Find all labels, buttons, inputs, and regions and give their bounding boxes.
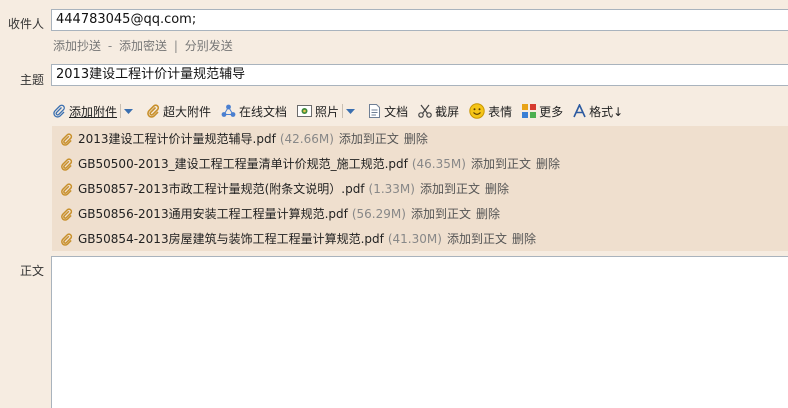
- emoji-label: 表情: [488, 104, 513, 119]
- attachment-size: (1.33M): [368, 182, 415, 196]
- photos-button[interactable]: 照片: [297, 103, 358, 120]
- attachment-size: (46.35M): [411, 157, 466, 171]
- large-attachment-icon: [147, 104, 160, 118]
- photos-dropdown[interactable]: [342, 104, 358, 118]
- add-attachment-button[interactable]: 添加附件: [52, 103, 136, 120]
- body-label: 正文: [19, 264, 44, 278]
- delete-attachment-link[interactable]: 删除: [485, 179, 509, 199]
- more-button[interactable]: 更多: [522, 103, 563, 120]
- add-cc-link[interactable]: 添加抄送: [53, 39, 101, 53]
- smiley-icon: [469, 103, 485, 119]
- attachment-size: (56.29M): [351, 207, 406, 221]
- attachment-size: (41.30M): [387, 232, 442, 246]
- delete-attachment-link[interactable]: 删除: [476, 204, 500, 224]
- paperclip-icon: [61, 207, 73, 221]
- delete-attachment-link[interactable]: 删除: [512, 229, 536, 249]
- online-docs-label: 在线文档: [239, 104, 288, 119]
- documents-label: 文档: [384, 104, 409, 119]
- add-attachment-label: 添加附件: [69, 104, 118, 119]
- paperclip-icon: [53, 104, 65, 118]
- format-button[interactable]: 格式↓: [573, 103, 623, 120]
- attachment-item: 2013建设工程计价计量规范辅导.pdf (42.66M) 添加到正文 删除: [60, 129, 428, 149]
- chevron-down-icon: [124, 109, 134, 114]
- attachment-filename: GB50856-2013通用安装工程工程量计算规范.pdf: [78, 207, 348, 221]
- documents-button[interactable]: 文档: [368, 103, 408, 120]
- attachment-dropdown[interactable]: [120, 104, 136, 118]
- body-editor[interactable]: [51, 256, 788, 408]
- photos-label: 照片: [315, 104, 340, 119]
- online-docs-button[interactable]: 在线文档: [221, 103, 287, 120]
- attachment-item: GB50857-2013市政工程计量规范(附条文说明）.pdf (1.33M) …: [60, 179, 509, 199]
- emoji-button[interactable]: 表情: [469, 103, 512, 120]
- paperclip-icon: [61, 182, 73, 196]
- attachment-item: GB50854-2013房屋建筑与装饰工程工程量计算规范.pdf (41.30M…: [60, 229, 536, 249]
- add-bcc-link[interactable]: 添加密送: [119, 39, 167, 53]
- add-to-body-link[interactable]: 添加到正文: [420, 179, 480, 199]
- subject-label: 主题: [19, 73, 44, 87]
- add-to-body-link[interactable]: 添加到正文: [339, 129, 399, 149]
- attachment-list: 2013建设工程计价计量规范辅导.pdf (42.66M) 添加到正文 删除 G…: [52, 126, 788, 251]
- delete-attachment-link[interactable]: 删除: [536, 154, 560, 174]
- separator: -: [107, 39, 113, 53]
- compose-toolbar: 添加附件 超大附件 在线文档 照片 文档 截屏 表情 更多 格式↓: [52, 101, 633, 121]
- paperclip-icon: [61, 232, 73, 246]
- attachment-item: GB50856-2013通用安装工程工程量计算规范.pdf (56.29M) 添…: [60, 204, 500, 224]
- recipient-options: 添加抄送 - 添加密送 | 分别发送: [53, 37, 233, 54]
- attachment-filename: GB50500-2013_建设工程工程量清单计价规范_施工规范.pdf: [78, 157, 408, 171]
- attachment-item: GB50500-2013_建设工程工程量清单计价规范_施工规范.pdf (46.…: [60, 154, 560, 174]
- to-label: 收件人: [7, 17, 44, 31]
- large-attachment-label: 超大附件: [163, 104, 212, 119]
- subject-field[interactable]: 2013建设工程计价计量规范辅导: [51, 64, 788, 86]
- screenshot-button[interactable]: 截屏: [418, 103, 459, 120]
- chevron-down-icon: [346, 109, 356, 114]
- to-field[interactable]: 444783045@qq.com;: [51, 9, 788, 31]
- online-docs-icon: [221, 104, 236, 117]
- more-apps-icon: [522, 104, 537, 118]
- document-icon: [369, 104, 381, 118]
- scissors-icon: [418, 104, 432, 118]
- paperclip-icon: [61, 132, 73, 146]
- format-icon: [573, 104, 586, 118]
- attachment-size: (42.66M): [279, 132, 334, 146]
- attachment-filename: GB50854-2013房屋建筑与装饰工程工程量计算规范.pdf: [78, 232, 384, 246]
- add-to-body-link[interactable]: 添加到正文: [447, 229, 507, 249]
- large-attachment-button[interactable]: 超大附件: [146, 103, 211, 120]
- delete-attachment-link[interactable]: 删除: [404, 129, 428, 149]
- paperclip-icon: [61, 157, 73, 171]
- send-separately-link[interactable]: 分别发送: [185, 39, 233, 53]
- add-to-body-link[interactable]: 添加到正文: [411, 204, 471, 224]
- add-to-body-link[interactable]: 添加到正文: [471, 154, 531, 174]
- separator: |: [173, 39, 178, 53]
- screenshot-label: 截屏: [435, 104, 460, 119]
- attachment-filename: 2013建设工程计价计量规范辅导.pdf: [78, 132, 276, 146]
- photo-icon: [297, 105, 313, 117]
- format-label: 格式↓: [589, 104, 624, 119]
- more-label: 更多: [539, 104, 564, 119]
- attachment-filename: GB50857-2013市政工程计量规范(附条文说明）.pdf: [78, 182, 365, 196]
